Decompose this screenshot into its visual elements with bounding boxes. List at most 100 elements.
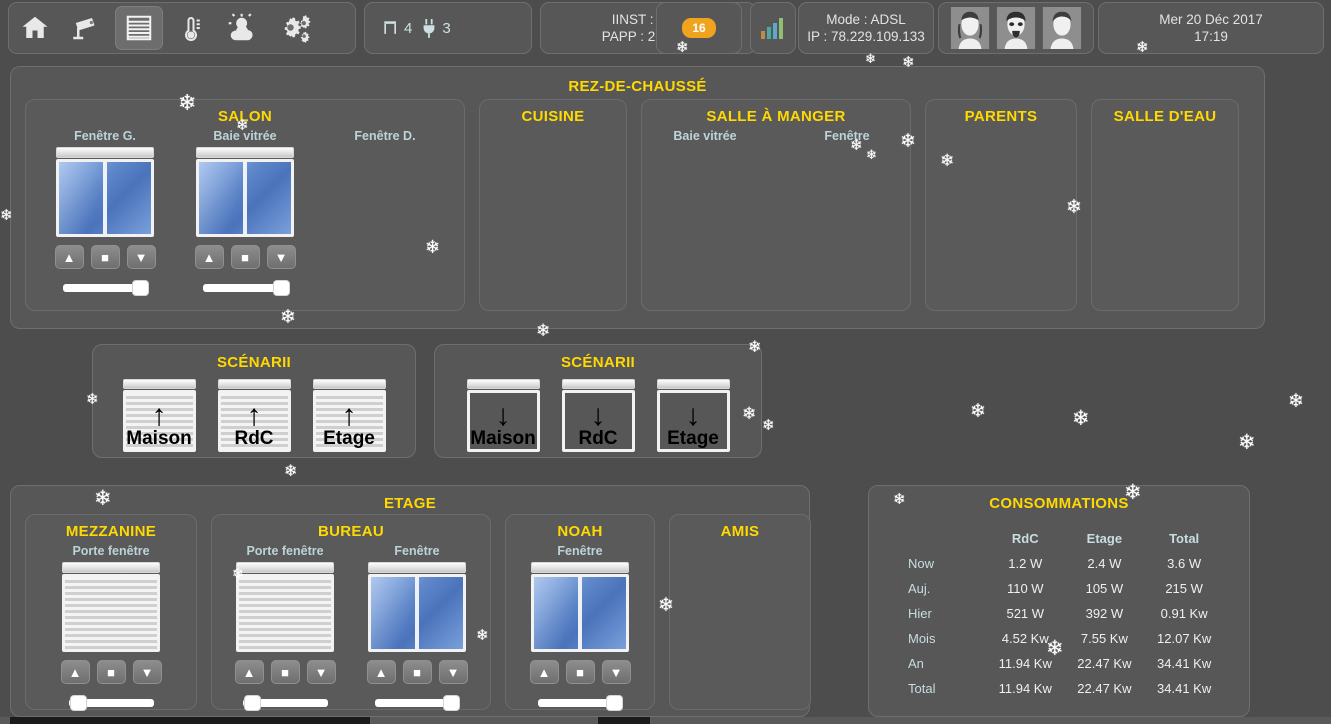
signal-bars-icon: [761, 18, 783, 39]
shutter-down-button[interactable]: ▼: [266, 245, 296, 269]
shutter-icon[interactable]: [115, 6, 163, 50]
shutter-widget[interactable]: [56, 147, 154, 237]
shutter-widget[interactable]: [196, 147, 294, 237]
scenario-button-rdc-down[interactable]: ↓ RdC: [561, 379, 635, 452]
shutter-header: [561, 379, 635, 389]
shutter-stop-button[interactable]: ■: [90, 245, 120, 269]
device-label: Baie vitrée: [213, 129, 277, 143]
ground-floor-title: REZ-DE-CHAUSSÉ: [568, 78, 707, 95]
scenario-label: RdC: [578, 428, 618, 449]
shutter-up-button[interactable]: ▲: [60, 660, 90, 684]
snowflake: ❄: [1072, 407, 1090, 430]
scenario-button-etage-down[interactable]: ↓ Etage: [656, 379, 730, 452]
shutter-pane: ↓ Etage: [656, 390, 730, 452]
scenario-button-etage-up[interactable]: ↑ Etage: [312, 379, 386, 452]
shutter-down-button[interactable]: ▼: [306, 660, 336, 684]
shutter-position-slider[interactable]: [242, 696, 328, 710]
scenario-button-maison-down[interactable]: ↓ Maison: [466, 379, 540, 452]
shutter-position-slider[interactable]: [537, 696, 623, 710]
cell-total: 34.41 Kw: [1157, 681, 1212, 696]
shutter-stop-button[interactable]: ■: [230, 245, 260, 269]
ground-floor-section: REZ-DE-CHAUSSÉ SALON Fenêtre G. ▲ ■ ▼ Ba…: [10, 66, 1265, 329]
table-row: Auj. 110 W 105 W 215 W: [894, 576, 1224, 601]
slider-knob[interactable]: [443, 696, 459, 710]
scenario-label: Etage: [667, 428, 719, 449]
room-title: BUREAU: [318, 523, 384, 540]
signal-group[interactable]: [750, 2, 796, 54]
slider-knob[interactable]: [132, 281, 148, 295]
shutter-header: [312, 379, 386, 389]
shutter-header: [531, 562, 629, 573]
shutter-position-slider[interactable]: [68, 696, 154, 710]
shutter-up-button[interactable]: ▲: [54, 245, 84, 269]
shutter-up-button[interactable]: ▲: [194, 245, 224, 269]
shutter-pane: [531, 574, 629, 652]
table-header-row: RdC Etage Total: [894, 526, 1224, 551]
gears-icon[interactable]: [271, 6, 319, 50]
room-title: SALLE D'EAU: [1113, 108, 1217, 125]
shutter-down-button[interactable]: ▼: [132, 660, 162, 684]
status-badge[interactable]: 16: [682, 18, 716, 38]
cell-rdc: 11.94 Kw: [998, 656, 1052, 671]
shutter-controls: ▲ ■ ▼: [54, 245, 156, 269]
room-title: NOAH: [557, 523, 603, 540]
shutter-stop-button[interactable]: ■: [565, 660, 595, 684]
scenario-button-maison-up[interactable]: ↑ Maison: [122, 379, 196, 452]
slider-knob[interactable]: [273, 281, 289, 295]
home-icon[interactable]: [11, 6, 59, 50]
shutter-stop-button[interactable]: ■: [270, 660, 300, 684]
table-row: Hier 521 W 392 W 0.91 Kw: [894, 601, 1224, 626]
weather-icon[interactable]: [219, 6, 267, 50]
cell-rdc: 521 W: [1006, 606, 1045, 621]
room-parents: PARENTS: [925, 99, 1077, 311]
room-cuisine: CUISINE: [479, 99, 627, 311]
avatar-user-1[interactable]: [950, 7, 990, 49]
shutter-up-button[interactable]: ▲: [529, 660, 559, 684]
avatar-user-2[interactable]: [996, 7, 1036, 49]
shutter-widget[interactable]: [531, 562, 629, 652]
shutter-controls: ▲ ■ ▼: [60, 660, 162, 684]
device-counters[interactable]: 4 3: [364, 2, 532, 54]
shutter-controls: ▲ ■ ▼: [234, 660, 336, 684]
shutter-stop-button[interactable]: ■: [96, 660, 126, 684]
shutter-position-slider[interactable]: [374, 696, 460, 710]
presence-avatars: [938, 2, 1094, 54]
alert-badge-group[interactable]: 16: [656, 2, 742, 54]
shutter-down-button[interactable]: ▼: [438, 660, 468, 684]
shutter-pane: ↑ RdC: [217, 390, 291, 452]
current-time: 17:19: [1194, 29, 1228, 44]
shutter-widget[interactable]: [368, 562, 466, 652]
shutter-pane: ↓ RdC: [561, 390, 635, 452]
device-baie-vitree-sam: Baie vitrée: [653, 129, 757, 143]
shutter-widget[interactable]: [236, 562, 334, 652]
slider-knob[interactable]: [606, 696, 622, 710]
scenario-arrow-icon: ↑: [341, 399, 357, 432]
shutter-up-button[interactable]: ▲: [366, 660, 396, 684]
column-header-blank: [894, 526, 986, 551]
thermometer-icon[interactable]: [167, 6, 215, 50]
consumption-section: CONSOMMATIONS RdC Etage Total Now 1.2 W …: [868, 485, 1250, 717]
shutter-stop-button[interactable]: ■: [402, 660, 432, 684]
device-baie-vitree-salon: Baie vitrée ▲ ■ ▼: [193, 129, 297, 295]
scenario-title: SCÉNARII: [216, 354, 292, 371]
camera-icon[interactable]: [63, 6, 111, 50]
cell-rdc: 11.94 Kw: [998, 681, 1052, 696]
shutter-position-slider[interactable]: [202, 281, 289, 295]
cell-total: 34.41 Kw: [1157, 656, 1212, 671]
scenario-button-rdc-up[interactable]: ↑ RdC: [217, 379, 291, 452]
bottom-strip: [0, 717, 1331, 724]
room-noah: NOAH Fenêtre ▲ ■ ▼: [505, 514, 655, 710]
shutter-down-button[interactable]: ▼: [126, 245, 156, 269]
slider-knob[interactable]: [70, 696, 86, 710]
shutter-up-button[interactable]: ▲: [234, 660, 264, 684]
slider-knob[interactable]: [244, 696, 260, 710]
shutter-controls: ▲ ■ ▼: [529, 660, 631, 684]
shutter-down-button[interactable]: ▼: [601, 660, 631, 684]
avatar-user-3[interactable]: [1042, 7, 1082, 49]
scenario-label: RdC: [234, 428, 274, 449]
shutter-widget[interactable]: [62, 562, 160, 652]
snowflake: ❄: [1238, 431, 1256, 454]
shutter-position-slider[interactable]: [62, 281, 148, 295]
network-info: Mode : ADSL IP : 78.229.109.133: [798, 2, 934, 54]
current-date: Mer 20 Déc 2017: [1159, 12, 1263, 27]
